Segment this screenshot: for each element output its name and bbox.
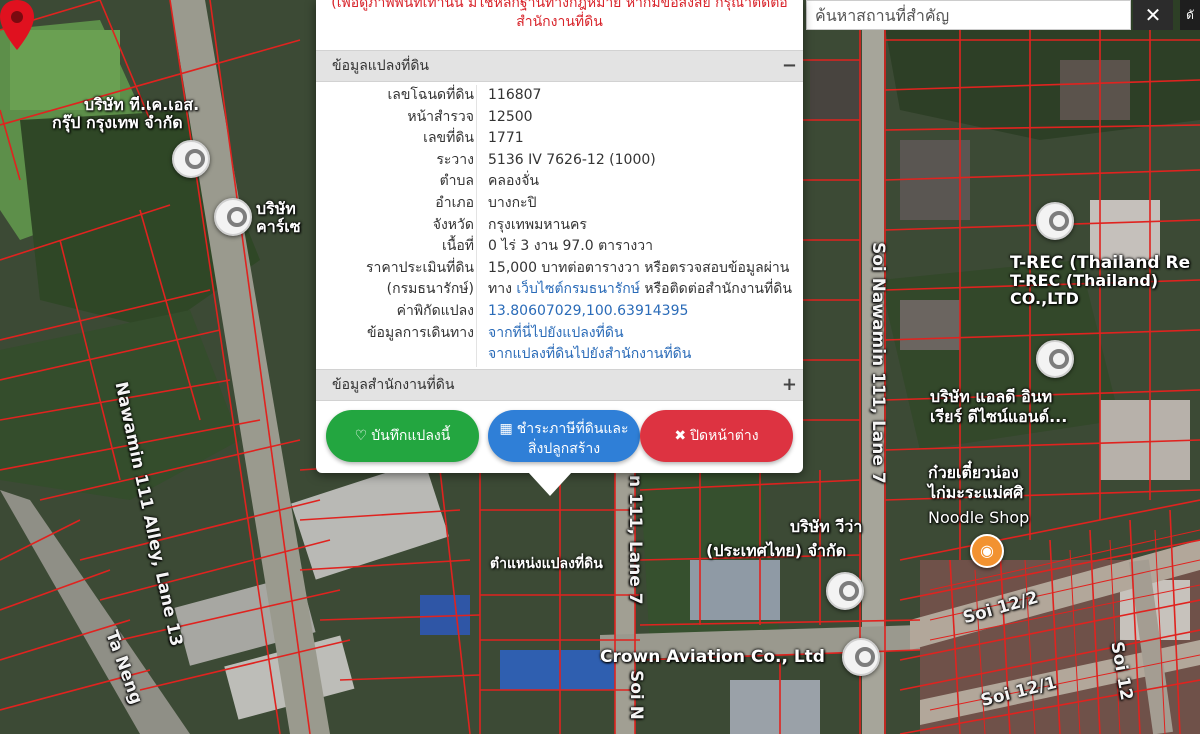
poi-label-tks-2: กรุ๊ป กรุงเทพ จำกัด <box>52 113 183 132</box>
restaurant-pin-icon[interactable]: ◉ <box>970 534 1004 568</box>
row-key: (กรมธนารักษ์) <box>386 281 474 298</box>
expand-icon[interactable]: + <box>782 370 797 400</box>
row-area: เนื้อที่ 0 ไร่ 3 งาน 97.0 ตารางวา <box>316 236 803 258</box>
row-directions: ข้อมูลการเดินทาง จากที่นี่ไปยังแปลงที่ดิ… <box>316 323 803 345</box>
row-value: คลองจั่น <box>488 173 539 190</box>
poi-label-viva-2: (ประเทศไทย) จำกัด <box>706 541 847 560</box>
road-label-lane-7: n 111, Lane 7 <box>625 475 645 605</box>
coordinates-link[interactable]: 13.80607029,100.63914395 <box>488 301 688 323</box>
row-key: ค่าพิกัดแปลง <box>396 302 474 319</box>
poi-label-tks-1: บริษัท ที.เค.เอส. <box>84 95 200 114</box>
section-header-land-office[interactable]: ข้อมูลสำนักงานที่ดิน + <box>316 369 803 401</box>
row-district: อำเภอ บางกะปิ <box>316 193 803 215</box>
directions-to-office-link[interactable]: จากแปลงที่ดินไปยังสำนักงานที่ดิน <box>488 344 691 366</box>
row-coordinates: ค่าพิกัดแปลง 13.80607029,100.63914395 <box>316 301 803 323</box>
close-window-button[interactable]: ✖ ปิดหน้าต่าง <box>640 410 793 462</box>
row-key: ราคาประเมินที่ดิน <box>365 259 474 276</box>
disclaimer-notice-line2: สำนักงานที่ดิน <box>516 14 603 30</box>
road-label-soi-nawamin-7: Soi Nawamin 111, Lane 7 <box>868 242 888 484</box>
row-value: ทาง เว็บไซต์กรมธนารักษ์ หรือติดต่อสำนักง… <box>488 279 792 301</box>
parcel-location-marker-icon[interactable] <box>0 0 34 50</box>
row-value: 1771 <box>488 130 524 147</box>
pay-land-tax-button[interactable]: ▦ ชำระภาษีที่ดินและ สิ่งปลูกสร้าง <box>488 410 640 462</box>
qr-code-icon: ▦ <box>499 421 513 437</box>
row-value: 116807 <box>488 87 542 103</box>
poi-label-ld-1: บริษัท แอลดี อินท <box>930 387 1053 406</box>
landmark-search-input[interactable] <box>806 0 1131 30</box>
row-key: หน้าสำรวจ <box>407 108 474 125</box>
land-info-table: เลขโฉนดที่ดิน 116807 หน้าสำรวจ 12500 เลข… <box>316 85 803 366</box>
road-label-soi-n: Soi N <box>626 670 646 720</box>
row-key: เนื้อที่ <box>442 238 474 255</box>
row-deed-number: เลขโฉนดที่ดิน 116807 <box>316 85 803 107</box>
poi-label-ld-2: เรียร์ ดีไซน์แอนด์... <box>930 407 1068 426</box>
poi-label-noodle-1: ก๋วยเตี๋ยวน่อง <box>928 463 1019 482</box>
popup-pointer-arrow <box>528 472 572 496</box>
place-pin-icon[interactable] <box>172 140 210 178</box>
row-key: ตำบล <box>439 173 474 190</box>
row-value: บางกะปิ <box>488 194 537 211</box>
poi-label-car-2: คาร์เซ <box>256 217 301 236</box>
place-pin-icon[interactable] <box>1036 340 1074 378</box>
section-header-land-info[interactable]: ข้อมูลแปลงที่ดิน − <box>316 50 803 82</box>
row-value: กรุงเทพมหานคร <box>488 216 587 233</box>
row-province: จังหวัด กรุงเทพมหานคร <box>316 215 803 237</box>
corner-menu-tab[interactable]: ดั <box>1180 0 1200 30</box>
poi-label-trec-3: CO.,LTD <box>1010 289 1079 308</box>
row-subdistrict: ตำบล คลองจั่น <box>316 171 803 193</box>
section-title-land-office: ข้อมูลสำนักงานที่ดิน <box>332 377 455 393</box>
row-survey-page: หน้าสำรวจ 12500 <box>316 107 803 129</box>
poi-label-trec-2: T-REC (Thailand) <box>1010 271 1159 290</box>
pay-tax-label-2: สิ่งปลูกสร้าง <box>527 441 601 457</box>
row-directions-office: จากแปลงที่ดินไปยังสำนักงานที่ดิน <box>316 344 803 366</box>
row-value-post: หรือติดต่อสำนักงานที่ดิน <box>639 281 792 298</box>
search-clear-button[interactable]: ✕ <box>1133 0 1173 30</box>
section-title-land-info: ข้อมูลแปลงที่ดิน <box>332 58 430 74</box>
row-land-number: เลขที่ดิน 1771 <box>316 128 803 150</box>
row-value: 5136 IV 7626-12 (1000) <box>488 151 656 168</box>
poi-label-crown: Crown Aviation Co., Ltd <box>600 647 825 667</box>
row-map-sheet: ระวาง 5136 IV 7626-12 (1000) <box>316 150 803 172</box>
row-value: 15,000 บาทต่อตารางวา หรือตรวจสอบข้อมูลผ่… <box>488 259 790 276</box>
place-pin-icon[interactable] <box>842 638 880 676</box>
row-appraisal-price: ราคาประเมินที่ดิน 15,000 บาทต่อตารางวา ห… <box>316 258 803 280</box>
row-key: เลขโฉนดที่ดิน <box>387 87 474 103</box>
place-pin-icon[interactable] <box>1036 202 1074 240</box>
row-key: เลขที่ดิน <box>423 130 474 147</box>
poi-label-trec-1: T-REC (Thailand Re <box>1010 253 1191 273</box>
row-value: 0 ไร่ 3 งาน 97.0 ตารางวา <box>488 238 653 255</box>
collapse-icon[interactable]: − <box>782 51 797 81</box>
poi-label-car-1: บริษัท <box>256 199 296 218</box>
place-pin-icon[interactable] <box>214 198 252 236</box>
poi-label-noodle-2: ไก่มะระแม่ศศิ <box>928 483 1024 502</box>
land-parcel-popup: (เพื่อดูภาพพื้นที่เท่านั้น มิใช่หลักฐานท… <box>316 0 803 473</box>
save-parcel-label: บันทึกแปลงนี้ <box>371 428 451 444</box>
poi-label-viva-1: บริษัท วีว่า <box>790 517 863 536</box>
pay-tax-label-1: ชำระภาษีที่ดินและ <box>516 421 629 437</box>
row-treasury: (กรมธนารักษ์) ทาง เว็บไซต์กรมธนารักษ์ หร… <box>316 279 803 301</box>
close-window-label: ปิดหน้าต่าง <box>690 428 759 444</box>
row-key: ระวาง <box>436 151 474 168</box>
place-pin-icon[interactable] <box>826 572 864 610</box>
heart-icon: ♡ <box>354 428 368 444</box>
row-key: จังหวัด <box>432 216 474 233</box>
save-parcel-button[interactable]: ♡ บันทึกแปลงนี้ <box>326 410 479 462</box>
row-value-pre: ทาง <box>488 281 517 298</box>
close-icon: ✖ <box>674 428 687 444</box>
poi-label-noodle-3: Noodle Shop <box>928 508 1030 527</box>
parcel-marker-label: ตำแหน่งแปลงที่ดิน <box>490 556 603 572</box>
row-key: อำเภอ <box>435 194 474 211</box>
treasury-website-link[interactable]: เว็บไซต์กรมธนารักษ์ <box>516 281 640 297</box>
row-key: ข้อมูลการเดินทาง <box>366 324 474 341</box>
row-value: 12500 <box>488 108 533 125</box>
directions-to-parcel-link[interactable]: จากที่นี่ไปยังแปลงที่ดิน <box>488 323 624 345</box>
